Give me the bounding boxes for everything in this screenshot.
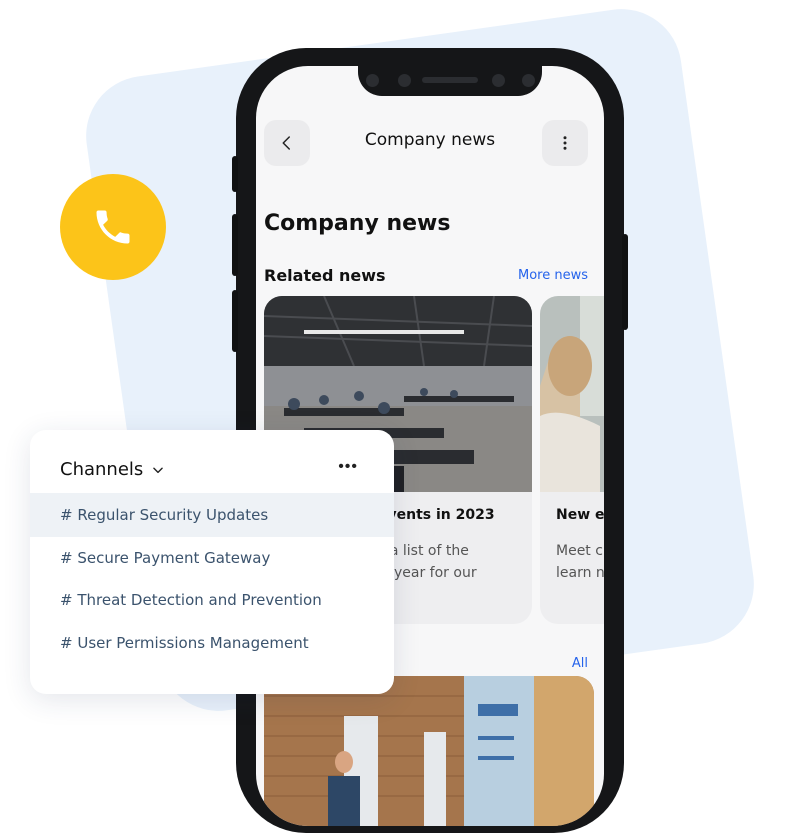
related-news-heading: Related news [264,266,386,285]
sensor-dot [492,74,505,87]
channels-title: Channels [60,459,144,480]
sensor-dot [522,74,535,87]
more-horizontal-icon[interactable]: ••• [338,458,358,476]
page-title: Company news [264,211,451,236]
all-link[interactable]: All [572,656,588,671]
channels-panel: Channels ••• # Regular Security Updates … [30,430,394,694]
more-options-button[interactable] [542,120,588,166]
sensor-dot [366,74,379,87]
news-card-excerpt-line: Meet c [556,543,603,559]
channel-item[interactable]: # Secure Payment Gateway [30,536,394,580]
channel-item[interactable]: # User Permissions Management [30,621,394,665]
channel-item[interactable]: # Threat Detection and Prevention [30,578,394,622]
channels-dropdown[interactable]: Channels [60,459,165,480]
person-photo [540,296,604,492]
phone-notch [358,66,542,96]
camera-dot [398,74,411,87]
presentation-photo [264,676,594,826]
more-news-link[interactable]: More news [518,268,588,283]
phone-volume-down-button [232,290,238,352]
news-card-excerpt: Meet c learn n [556,540,604,584]
phone-icon [96,210,130,244]
channel-item[interactable]: # Regular Security Updates [30,493,394,537]
app-top-bar: Company news [256,114,604,170]
phone-volume-up-button [232,214,238,276]
call-badge[interactable] [60,174,166,280]
news-card-excerpt-line: learn n [556,565,604,581]
more-vertical-icon [563,136,567,150]
news-card-title: New e [556,507,604,523]
chevron-down-icon [153,467,164,473]
phone-power-button [622,234,628,330]
phone-side-button [232,156,238,192]
speaker-grille [422,77,478,83]
news-card[interactable]: New e Meet c learn n [540,296,604,624]
